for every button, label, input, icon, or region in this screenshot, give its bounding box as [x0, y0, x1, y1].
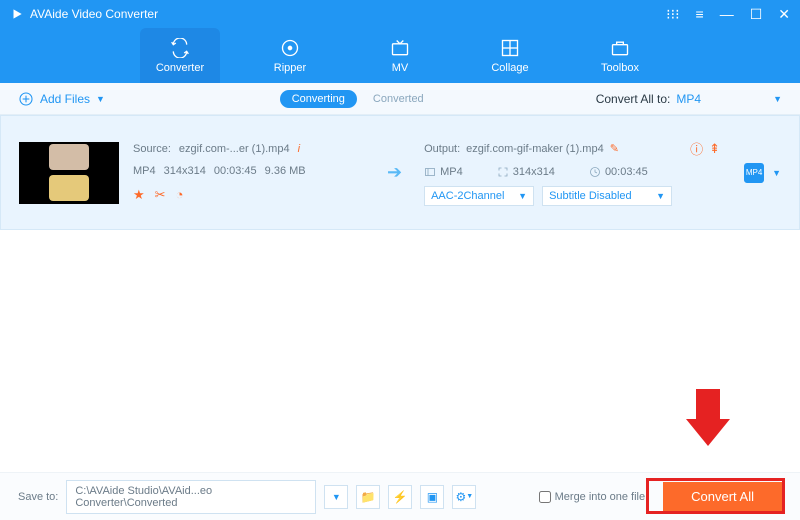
ripper-icon	[280, 38, 300, 58]
source-filename: ezgif.com-...er (1).mp4	[179, 143, 290, 155]
video-thumbnail[interactable]	[19, 142, 119, 204]
collage-icon	[500, 38, 520, 58]
nav-ripper[interactable]: Ripper	[250, 28, 330, 83]
titlebar: AVAide Video Converter ⁝⁝⁝ ≡ — ☐ ✕	[0, 0, 800, 28]
output-format-select[interactable]: MP4	[676, 92, 701, 106]
chevron-down-icon: ▼	[96, 94, 105, 104]
nav-label: Converter	[156, 62, 204, 74]
source-resolution: 314x314	[164, 165, 206, 177]
item-actions: MP4 ▼	[744, 163, 781, 183]
convert-all-to-label: Convert All to:	[596, 92, 671, 106]
nav-label: Collage	[491, 62, 528, 74]
palette-icon[interactable]: ◔	[176, 187, 184, 203]
settings-button[interactable]: ⚙▼	[452, 485, 476, 509]
toolbox-icon	[610, 38, 630, 58]
save-to-label: Save to:	[18, 491, 58, 503]
path-dropdown[interactable]: ▼	[324, 485, 348, 509]
chevron-down-icon[interactable]: ▼	[773, 94, 782, 104]
play-logo-icon	[10, 7, 24, 21]
nav-mv[interactable]: MV	[360, 28, 440, 83]
source-format: MP4	[133, 165, 156, 177]
output-resolution: 314x314	[513, 166, 555, 178]
info-circle-icon[interactable]: ⓘ	[690, 139, 703, 158]
app-title: AVAide Video Converter	[30, 7, 158, 21]
film-icon	[424, 166, 436, 178]
nav-label: MV	[392, 62, 409, 74]
gpu-button[interactable]: ▣	[420, 485, 444, 509]
callout-arrow-icon	[678, 384, 738, 454]
source-label: Source:	[133, 143, 171, 155]
source-column: Source: ezgif.com-...er (1).mp4 i MP4 31…	[133, 143, 353, 203]
bottom-bar: Save to: C:\AVAide Studio\AVAid...eo Con…	[0, 472, 800, 520]
window-controls: ⁝⁝⁝ ≡ — ☐ ✕	[666, 6, 790, 23]
mv-icon	[390, 38, 410, 58]
expand-icon	[497, 166, 509, 178]
star-icon[interactable]: ★	[133, 187, 145, 203]
audio-select-value: AAC-2Channel	[431, 190, 504, 202]
subtitle-select[interactable]: Subtitle Disabled▼	[542, 186, 672, 206]
close-icon[interactable]: ✕	[778, 6, 790, 23]
nav-label: Ripper	[274, 62, 306, 74]
minimize-icon[interactable]: —	[720, 6, 734, 23]
save-path-input[interactable]: C:\AVAide Studio\AVAid...eo Converter\Co…	[66, 480, 316, 514]
file-item: Source: ezgif.com-...er (1).mp4 i MP4 31…	[0, 115, 800, 230]
tab-converted[interactable]: Converted	[361, 90, 436, 108]
sub-toolbar: Add Files ▼ Converting Converted Convert…	[0, 83, 800, 115]
arrow-icon: ➔	[387, 162, 402, 183]
add-files-label: Add Files	[40, 92, 90, 106]
app-logo: AVAide Video Converter	[10, 7, 158, 21]
status-tabs: Converting Converted	[280, 90, 436, 108]
output-column: Output: ezgif.com-gif-maker (1).mp4 ✎ ⓘ …	[424, 139, 720, 206]
output-duration: 00:03:45	[605, 166, 648, 178]
output-label: Output:	[424, 143, 460, 155]
feedback-icon[interactable]: ⁝⁝⁝	[666, 6, 679, 23]
maximize-icon[interactable]: ☐	[750, 6, 763, 23]
clock-icon	[589, 166, 601, 178]
output-filename: ezgif.com-gif-maker (1).mp4	[466, 143, 604, 155]
merge-checkbox[interactable]: Merge into one file	[539, 491, 646, 503]
boost-button[interactable]: ⚡	[388, 485, 412, 509]
source-size: 9.36 MB	[265, 165, 306, 177]
nav-converter[interactable]: Converter	[140, 28, 220, 83]
output-format: MP4	[440, 166, 463, 178]
edit-icon[interactable]: ✎	[610, 142, 619, 155]
format-chip[interactable]: MP4	[744, 163, 764, 183]
merge-checkbox-input[interactable]	[539, 491, 551, 503]
nav-collage[interactable]: Collage	[470, 28, 550, 83]
audio-select[interactable]: AAC-2Channel▼	[424, 186, 534, 206]
info-icon[interactable]: i	[298, 143, 300, 155]
merge-label: Merge into one file	[555, 491, 646, 503]
subtitle-select-value: Subtitle Disabled	[549, 190, 632, 202]
compress-icon[interactable]: ⇞	[709, 141, 720, 157]
convert-all-to: Convert All to: MP4 ▼	[596, 92, 782, 106]
chevron-down-icon[interactable]: ▼	[772, 168, 781, 178]
plus-circle-icon	[18, 91, 34, 107]
nav-label: Toolbox	[601, 62, 639, 74]
menu-icon[interactable]: ≡	[696, 6, 704, 23]
tab-converting[interactable]: Converting	[280, 90, 357, 108]
open-folder-button[interactable]: 📁	[356, 485, 380, 509]
add-files-button[interactable]: Add Files ▼	[18, 91, 105, 107]
convert-all-button[interactable]: Convert All	[663, 482, 782, 512]
main-nav: Converter Ripper MV Collage Toolbox	[0, 28, 800, 83]
converter-icon	[170, 38, 190, 58]
cut-icon[interactable]: ✂	[155, 187, 166, 203]
source-duration: 00:03:45	[214, 165, 257, 177]
nav-toolbox[interactable]: Toolbox	[580, 28, 660, 83]
